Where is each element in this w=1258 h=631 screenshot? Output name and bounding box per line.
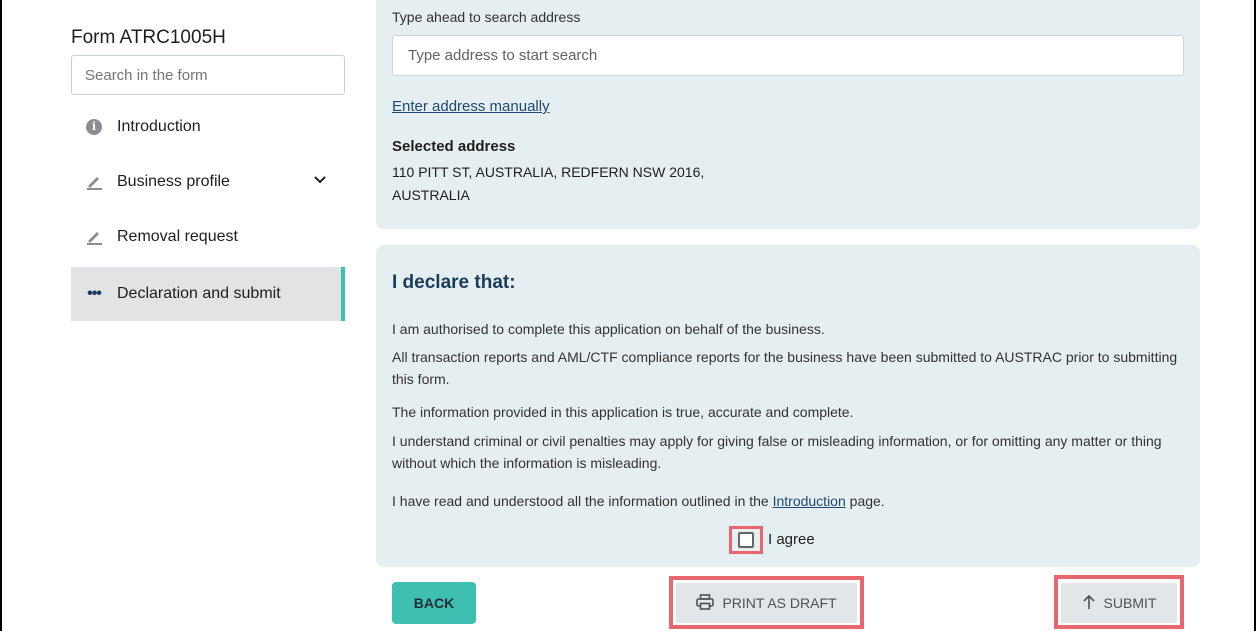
sidebar-item-label: Declaration and submit xyxy=(117,285,281,302)
declaration-statement-last: I have read and understood all the infor… xyxy=(392,490,1192,512)
more-dots-icon: ••• xyxy=(87,285,102,302)
sidebar-item-label: Business profile xyxy=(117,173,230,190)
pencil-icon xyxy=(71,229,117,245)
statement-suffix: page. xyxy=(845,493,885,509)
print-as-draft-label: PRINT AS DRAFT xyxy=(722,595,837,611)
left-border xyxy=(0,0,2,631)
submit-button[interactable]: SUBMIT xyxy=(1061,583,1177,623)
selected-address-line: 110 PITT ST, AUSTRALIA, REDFERN NSW 2016… xyxy=(392,164,705,180)
info-icon: i xyxy=(71,119,117,135)
sidebar-item-declaration[interactable]: ••• Declaration and submit xyxy=(71,267,345,321)
declaration-statement: All transaction reports and AML/CTF comp… xyxy=(392,349,1178,387)
declaration-panel: I declare that: I am authorised to compl… xyxy=(376,245,1200,567)
sidebar-item-label: Removal request xyxy=(117,228,238,245)
form-search-input[interactable] xyxy=(71,55,345,95)
statement-prefix: I have read and understood all the infor… xyxy=(392,493,773,509)
declaration-statement: I understand criminal or civil penalties… xyxy=(392,433,1162,471)
agree-checkbox[interactable] xyxy=(738,532,754,548)
right-border xyxy=(1254,0,1256,631)
sidebar-item-introduction[interactable]: i Introduction xyxy=(71,100,345,154)
printer-icon xyxy=(696,593,715,613)
agree-highlight xyxy=(729,526,763,554)
print-as-draft-button[interactable]: PRINT AS DRAFT xyxy=(676,583,857,623)
form-title: Form ATRC1005H xyxy=(71,27,226,48)
submit-label: SUBMIT xyxy=(1103,595,1157,611)
selected-address-heading: Selected address xyxy=(392,138,516,155)
sidebar-item-removal-request[interactable]: Removal request xyxy=(71,210,345,264)
address-search-input[interactable]: Type address to start search xyxy=(392,35,1184,76)
agree-label[interactable]: I agree xyxy=(768,531,815,548)
address-search-label: Type ahead to search address xyxy=(392,9,581,25)
back-button[interactable]: BACK xyxy=(392,582,476,624)
selected-address-line: AUSTRALIA xyxy=(392,187,470,203)
chevron-down-icon[interactable] xyxy=(313,172,327,191)
pencil-icon xyxy=(71,174,117,190)
sidebar-item-business-profile[interactable]: Business profile xyxy=(71,155,345,209)
sidebar-item-label: Introduction xyxy=(117,118,201,135)
enter-address-manually-link[interactable]: Enter address manually xyxy=(392,98,550,115)
declaration-heading: I declare that: xyxy=(392,272,516,293)
arrow-up-icon xyxy=(1082,594,1096,613)
address-panel: Type ahead to search address Type addres… xyxy=(376,0,1200,229)
declaration-statement: The information provided in this applica… xyxy=(392,404,854,420)
declaration-statement: I am authorised to complete this applica… xyxy=(392,321,825,337)
introduction-link[interactable]: Introduction xyxy=(773,493,846,509)
